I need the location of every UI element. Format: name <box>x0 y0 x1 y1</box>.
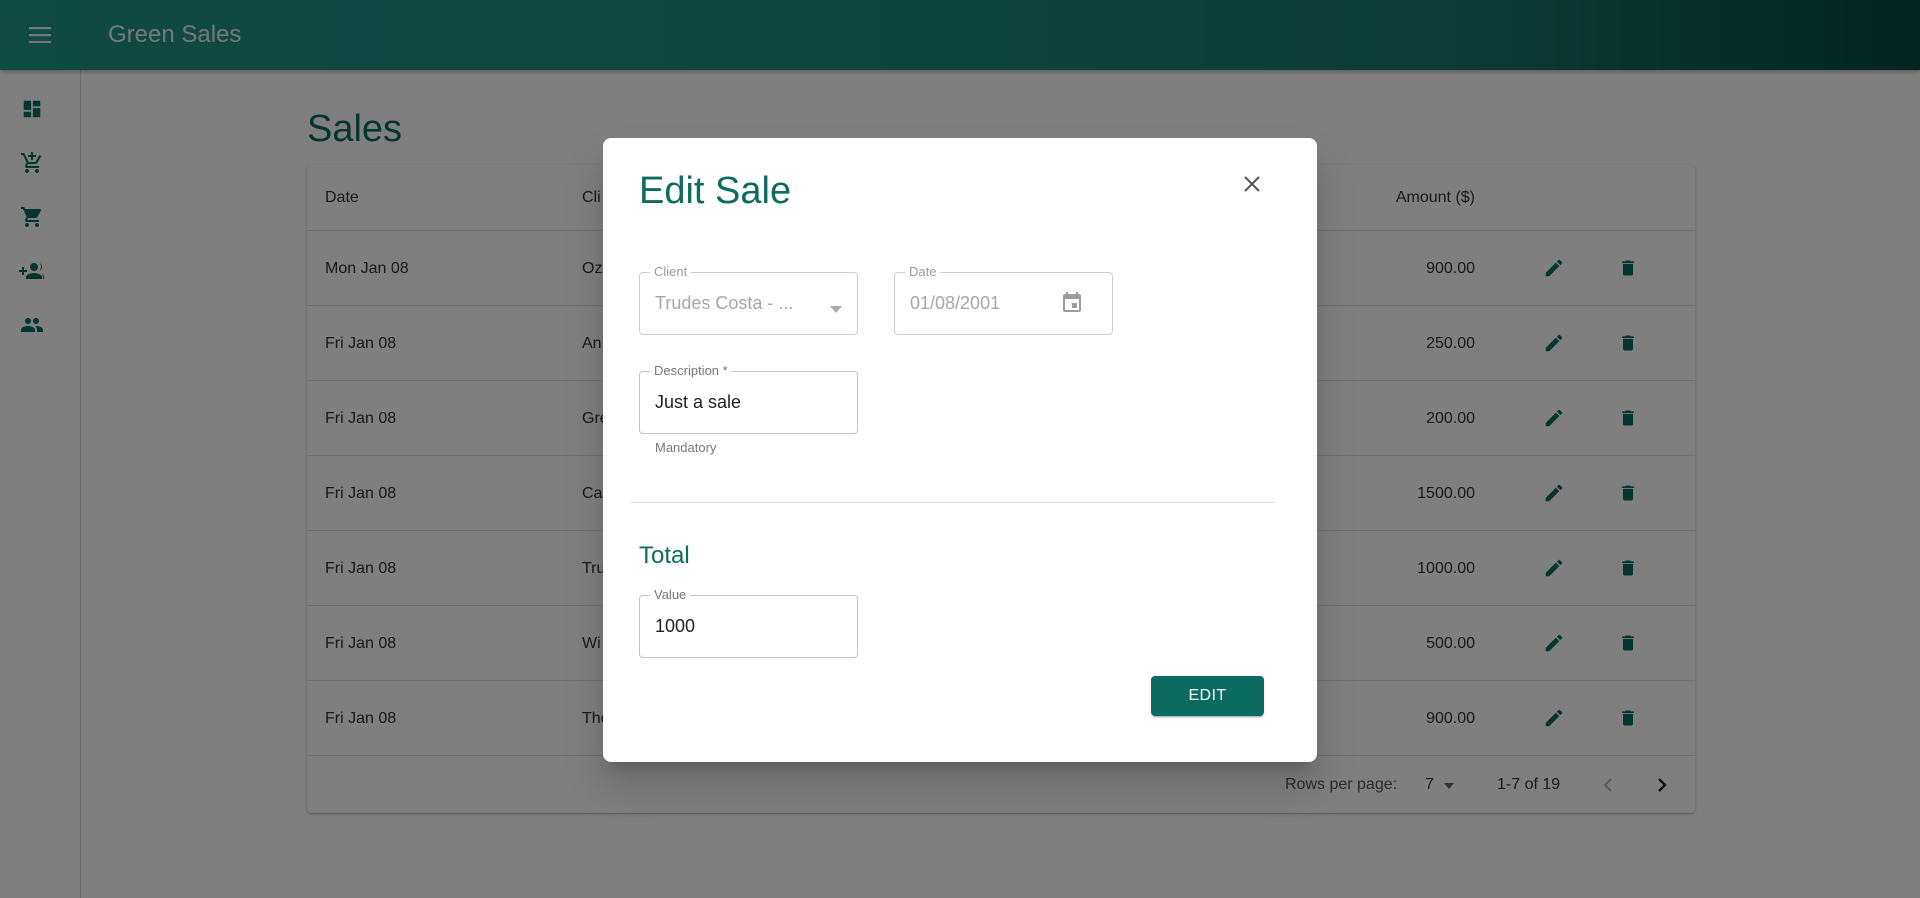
value-field[interactable]: Value 1000 <box>639 587 858 658</box>
calendar-icon[interactable] <box>1060 291 1084 320</box>
description-helper: Mandatory <box>655 440 717 455</box>
caret-down-icon <box>830 300 842 318</box>
dialog-title: Edit Sale <box>639 170 792 212</box>
total-title: Total <box>639 542 690 569</box>
divider <box>630 502 1275 503</box>
close-icon[interactable] <box>1236 168 1268 200</box>
date-value: 01/08/2001 <box>910 293 1001 313</box>
value-value: 1000 <box>655 616 696 636</box>
client-value: Trudes Costa - ... <box>655 293 794 313</box>
date-picker[interactable]: Date 01/08/2001 <box>894 264 1113 335</box>
description-value: Just a sale <box>655 392 742 412</box>
client-select[interactable]: Client Trudes Costa - ... <box>639 264 858 335</box>
edit-button[interactable]: EDIT <box>1151 676 1264 716</box>
description-field[interactable]: Description * Just a sale <box>639 363 858 434</box>
edit-sale-dialog: Edit Sale Client Trudes Costa - ... Date… <box>603 138 1317 762</box>
